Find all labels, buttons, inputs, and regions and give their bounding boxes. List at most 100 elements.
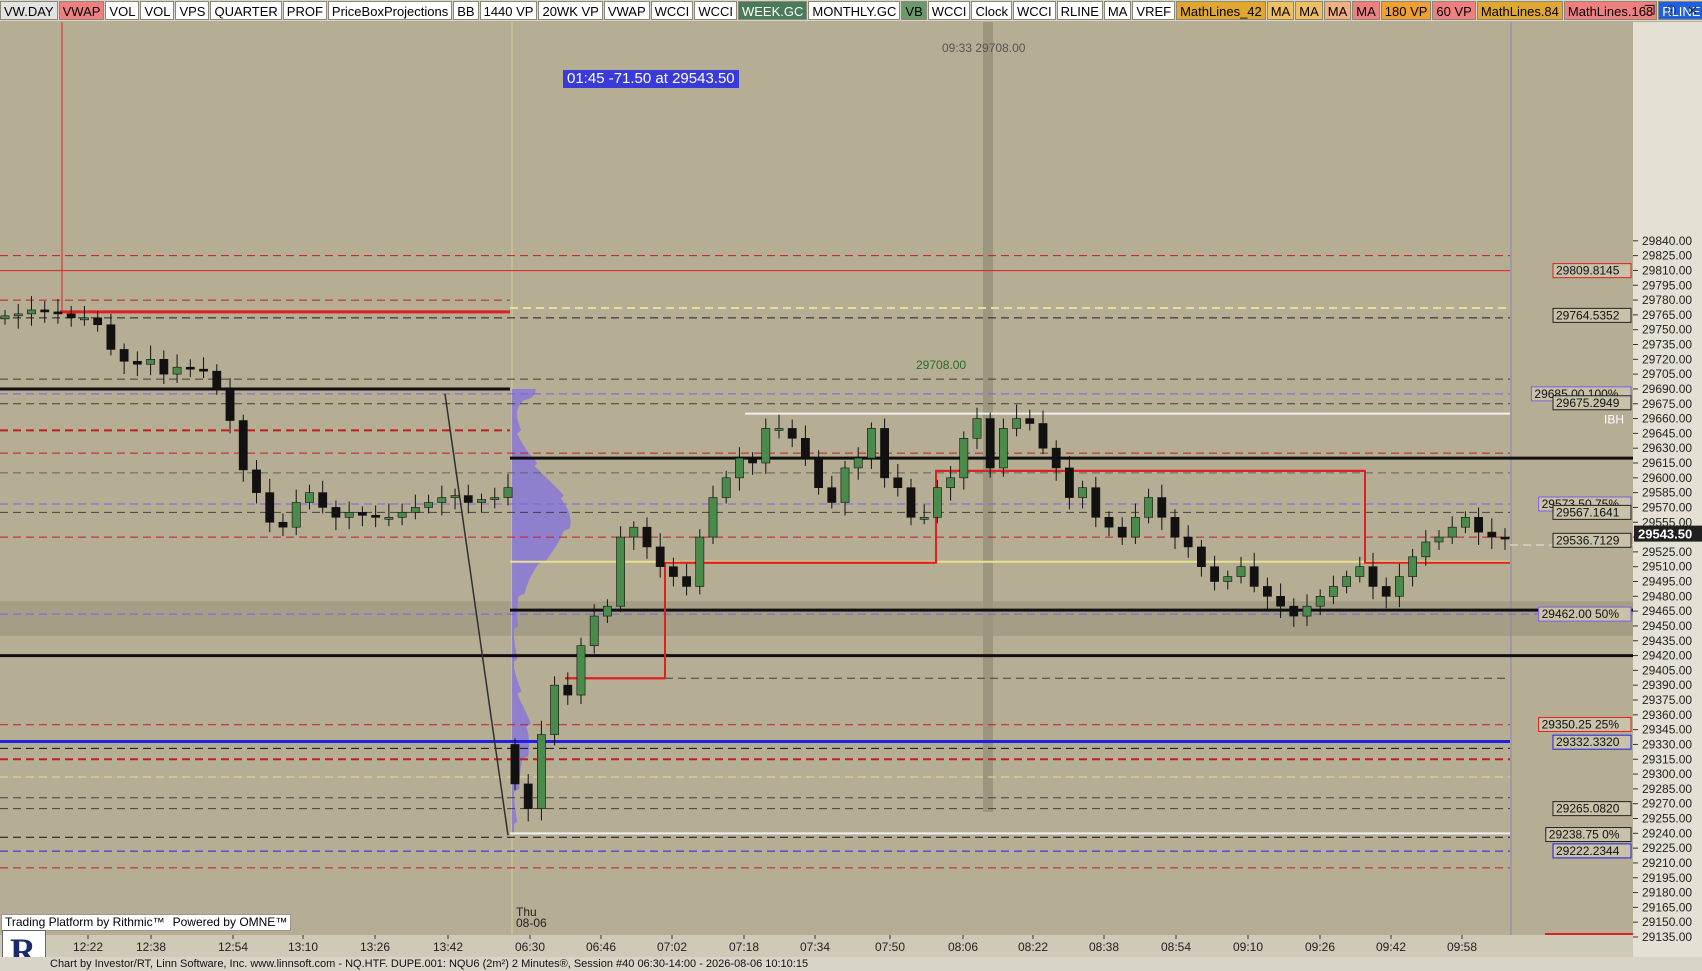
- x-tick-label: 13:10: [288, 940, 318, 954]
- candle-body: [1342, 576, 1351, 587]
- toolbar-button-prof[interactable]: PROF: [282, 1, 327, 20]
- toolbar-button-20wk-vp[interactable]: 20WK VP: [538, 1, 603, 20]
- x-tick-label: 08:06: [948, 940, 978, 954]
- candle-body: [933, 487, 942, 518]
- y-tick-label: 29750.00: [1642, 323, 1692, 337]
- x-tick-label: 07:50: [875, 940, 905, 954]
- candle-body: [53, 311, 63, 315]
- toolbar-button-180-vp[interactable]: 180 VP: [1380, 1, 1432, 20]
- price-label: 29536.7129: [1556, 533, 1620, 547]
- y-tick-label: 29690.00: [1642, 382, 1692, 396]
- price-chart[interactable]: 29135.0029150.0029165.0029180.0029195.00…: [0, 22, 1702, 957]
- candle-body: [238, 420, 248, 471]
- y-tick-label: 29240.00: [1642, 826, 1692, 840]
- candle-body: [357, 512, 367, 516]
- close-icon[interactable]: ✕: [1687, 3, 1698, 19]
- toolbar-button-vol[interactable]: VOL: [140, 1, 175, 20]
- candle-body: [1315, 596, 1325, 607]
- candle-body: [972, 418, 982, 439]
- price-label: 29764.5352: [1556, 308, 1620, 322]
- candle-body: [682, 576, 691, 587]
- x-tick-label: 09:42: [1376, 940, 1406, 954]
- candle-body: [523, 783, 533, 809]
- candle-body: [1249, 566, 1259, 587]
- candle-body: [371, 515, 381, 518]
- candle-body: [1223, 576, 1233, 582]
- candle-body: [999, 428, 1008, 469]
- candle-body: [537, 734, 546, 809]
- toolbar-button-monthly-gc[interactable]: MONTHLY.GC: [808, 1, 901, 20]
- candle-body: [1487, 531, 1497, 538]
- y-tick-label: 29810.00: [1642, 263, 1692, 277]
- candle-body: [919, 517, 929, 520]
- price-label: 29238.75 0%: [1549, 828, 1620, 842]
- toolbar-button-vb[interactable]: VB: [901, 1, 927, 20]
- candle-body: [265, 492, 275, 523]
- candle-body: [787, 428, 797, 439]
- y-tick-label: 29165.00: [1642, 900, 1692, 914]
- y-tick-label: 29150.00: [1642, 915, 1692, 929]
- candle-body: [93, 317, 103, 326]
- price-label: 29265.0820: [1556, 802, 1620, 816]
- candle-body: [840, 467, 850, 503]
- toolbar-button-wcci[interactable]: WCCI: [927, 1, 971, 20]
- toolbar-button-ma[interactable]: MA: [1323, 1, 1352, 20]
- toolbar-button-wcci[interactable]: WCCI: [1012, 1, 1056, 20]
- time-annotation: 09:33 29708.00: [942, 41, 1026, 55]
- y-tick-label: 29225.00: [1642, 841, 1692, 855]
- toolbar-button-clock[interactable]: Clock: [971, 1, 1012, 20]
- candle-body: [880, 428, 889, 479]
- candle-body: [397, 512, 407, 518]
- toolbar-button-priceboxprojections[interactable]: PriceBoxProjections: [327, 1, 453, 20]
- toolbar-button-ma[interactable]: MA: [1103, 1, 1132, 20]
- candle-body: [735, 457, 744, 479]
- toolbar-button-rline[interactable]: RLINE: [1056, 1, 1103, 20]
- current-price-label: 29543.50: [1638, 527, 1692, 542]
- candle-body: [603, 605, 612, 617]
- candle-body: [985, 418, 995, 469]
- toolbar-button-vw-day[interactable]: VW.DAY: [0, 1, 58, 20]
- toolbar-button-1440-vp[interactable]: 1440 VP: [479, 1, 538, 20]
- toolbar-button-vref[interactable]: VREF: [1132, 1, 1176, 20]
- toolbar-button-ma[interactable]: MA: [1295, 1, 1323, 20]
- candle-body: [132, 360, 142, 365]
- candle-body: [1170, 517, 1180, 538]
- y-tick-label: 29570.00: [1642, 500, 1692, 514]
- candle-body: [305, 492, 314, 503]
- candle-body: [66, 313, 76, 319]
- toolbar-button-wcci[interactable]: WCCI: [650, 1, 694, 20]
- toolbar-button-quarter[interactable]: QUARTER: [210, 1, 282, 20]
- toolbar-button-ma[interactable]: MA: [1266, 1, 1295, 20]
- toolbar-button-vol[interactable]: VOL: [105, 1, 140, 20]
- y-tick-label: 29765.00: [1642, 308, 1692, 322]
- y-tick-label: 29735.00: [1642, 338, 1692, 352]
- candle-body: [463, 495, 473, 503]
- toolbar-button-ma[interactable]: MA: [1352, 1, 1380, 20]
- rithmic-platform-label: Trading Platform by Rithmic™: [5, 915, 165, 929]
- candle-body: [437, 497, 447, 503]
- toolbar-button-wcci[interactable]: WCCI: [694, 1, 737, 20]
- y-tick-label: 29285.00: [1642, 782, 1692, 796]
- candle-body: [867, 428, 876, 459]
- y-tick-label: 29795.00: [1642, 278, 1692, 292]
- toolbar-button-vwap[interactable]: VWAP: [603, 1, 650, 20]
- ibh-label: IBH: [1604, 413, 1624, 427]
- x-tick-label: 09:26: [1305, 940, 1335, 954]
- toolbar-button-mathlines-42[interactable]: MathLines_42: [1176, 1, 1266, 20]
- y-tick-label: 29675.00: [1642, 397, 1692, 411]
- toolbar-button-vps[interactable]: VPS: [175, 1, 210, 20]
- pin-icon[interactable]: ☉: [1665, 3, 1677, 19]
- candle-body: [384, 517, 394, 520]
- toolbar-button-60-vp[interactable]: 60 VP: [1432, 1, 1476, 20]
- candle-body: [1197, 546, 1206, 567]
- toolbar-button-vwap[interactable]: VWAP: [58, 1, 105, 20]
- candle-body: [629, 526, 639, 538]
- candle-body: [893, 477, 903, 488]
- restore-icon[interactable]: ❐: [1644, 3, 1656, 19]
- candle-body: [946, 477, 955, 488]
- y-tick-label: 29645.00: [1642, 426, 1692, 440]
- toolbar-button-week-gc[interactable]: WEEK.GC: [737, 1, 808, 20]
- toolbar-button-mathlines-84[interactable]: MathLines.84: [1476, 1, 1563, 20]
- candle-body: [616, 536, 625, 607]
- toolbar-button-bb[interactable]: BB: [453, 1, 479, 20]
